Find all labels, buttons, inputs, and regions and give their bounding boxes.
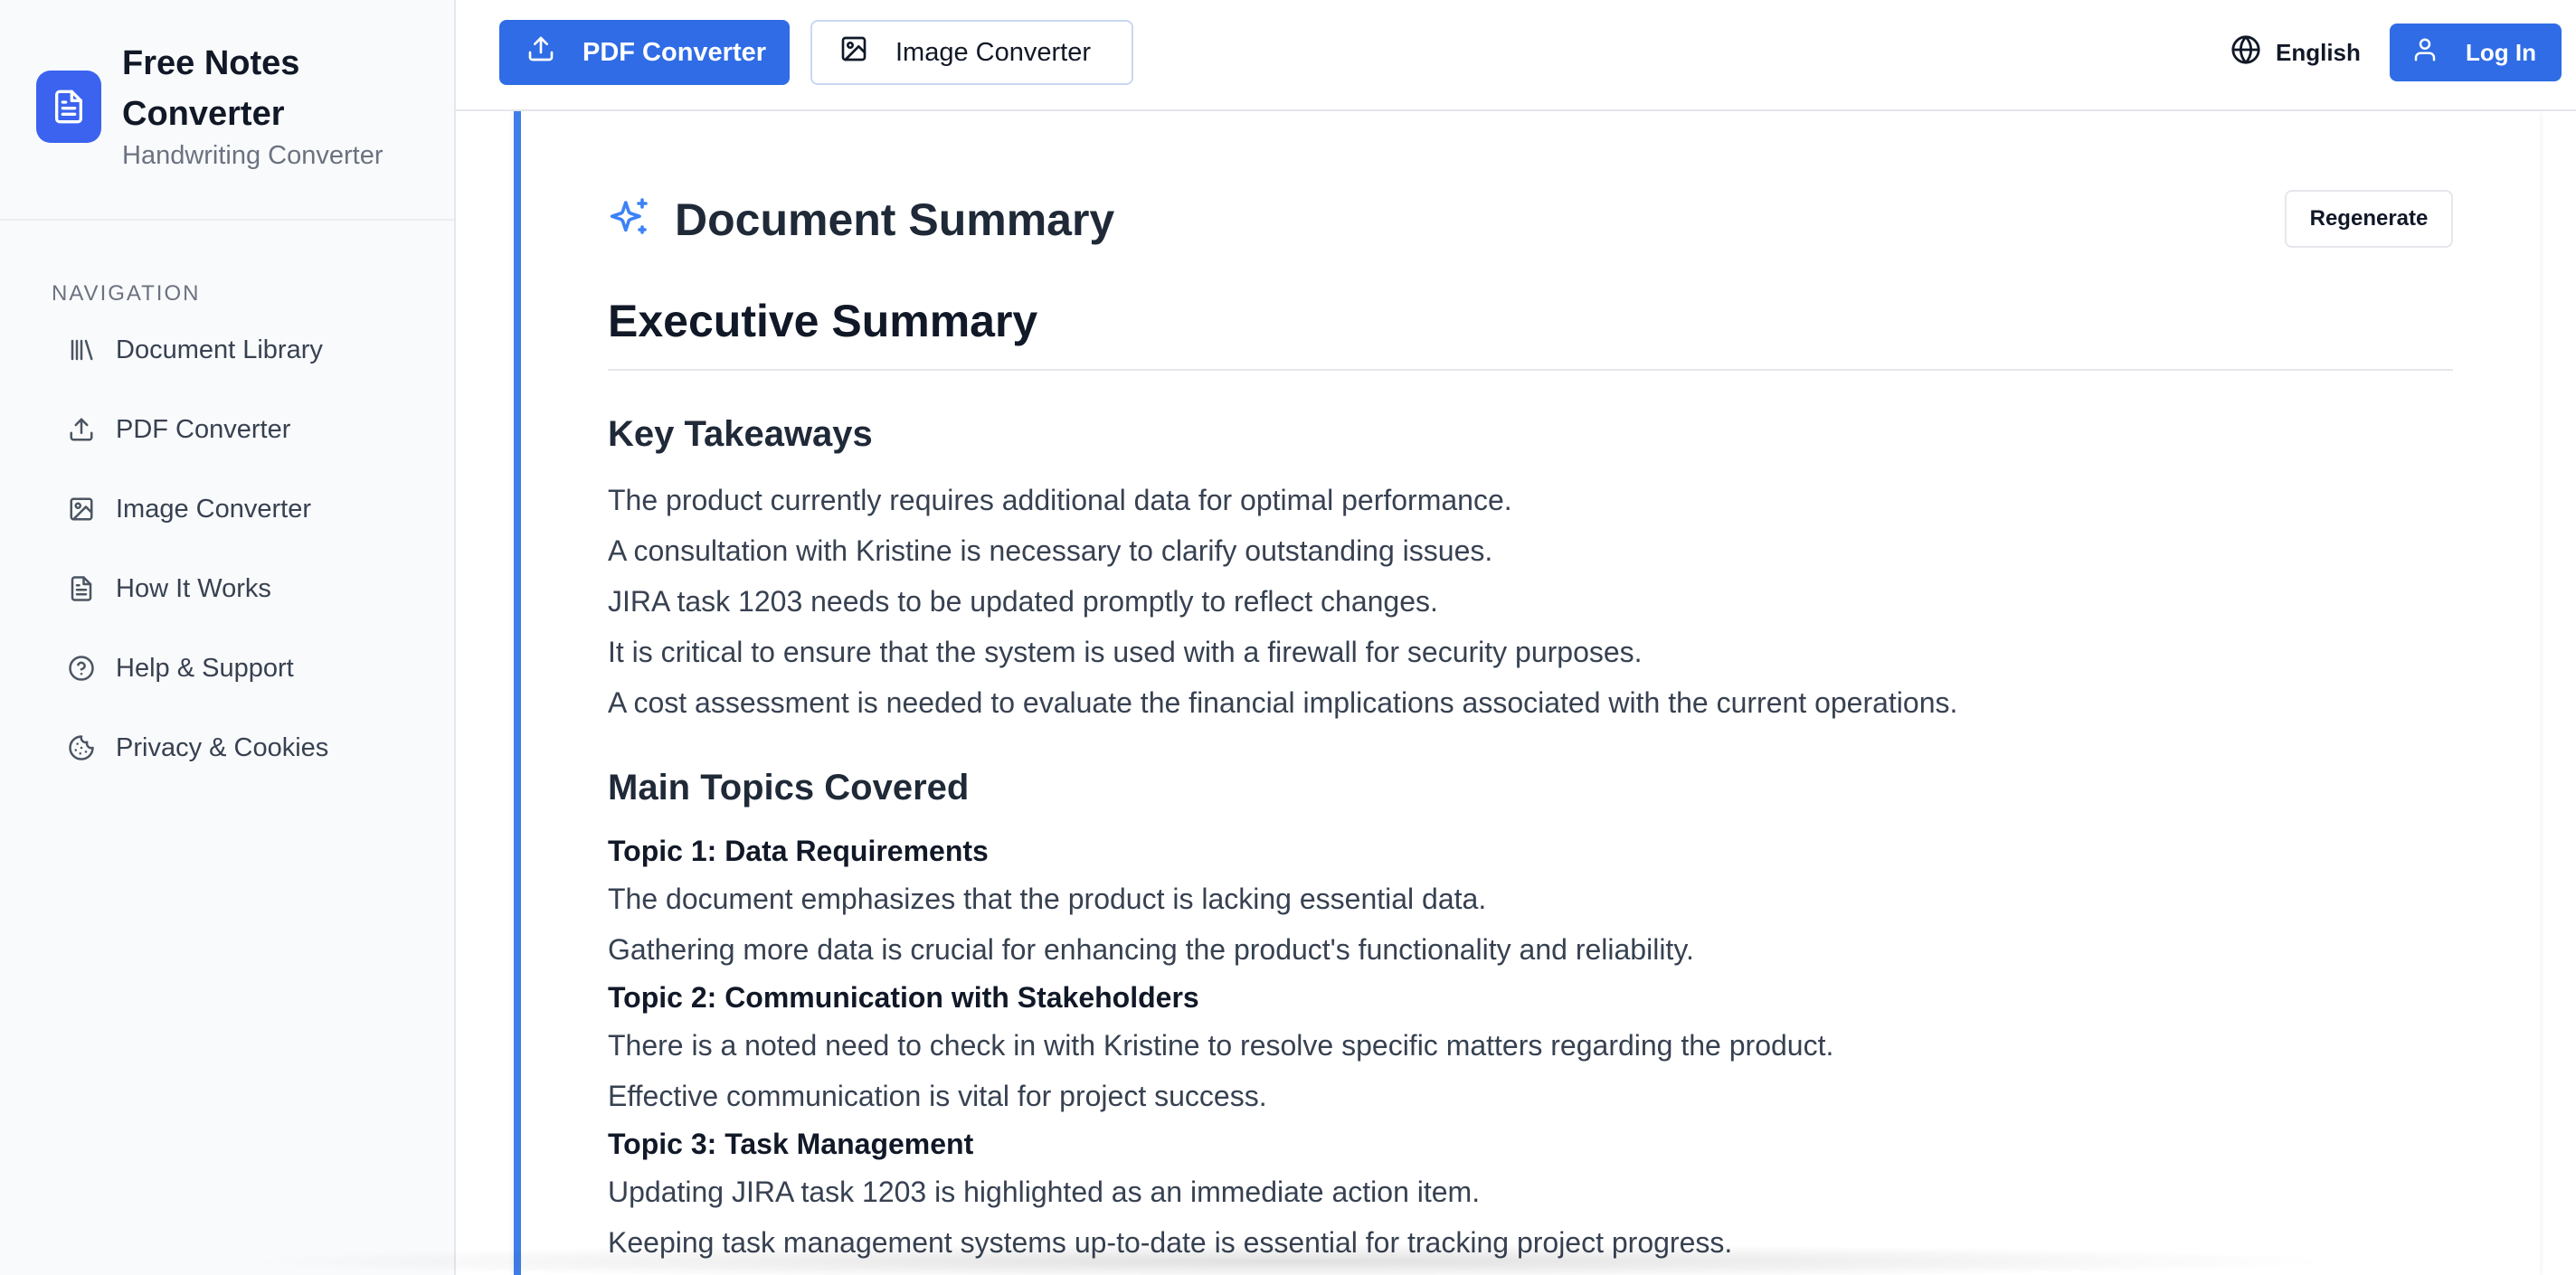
takeaway-item: The product currently requires additiona… <box>608 484 1512 516</box>
takeaways-list: The product currently requires additiona… <box>608 475 2453 728</box>
image-icon <box>65 493 98 525</box>
logo-document-icon[interactable] <box>36 71 101 143</box>
sidebar-item-label: Privacy & Cookies <box>116 732 329 762</box>
globe-icon <box>2230 34 2261 71</box>
nav-heading: NAVIGATION <box>52 281 201 306</box>
topic-line: Gathering more data is crucial for enhan… <box>608 933 1694 966</box>
cookie-icon <box>65 732 98 764</box>
pdf-converter-label: PDF Converter <box>582 37 767 67</box>
brand-title: Free Notes Converter <box>122 44 300 133</box>
summary-title: Document Summary <box>675 194 1115 245</box>
pdf-converter-button[interactable]: PDF Converter <box>499 20 790 85</box>
takeaway-item: A consultation with Kristine is necessar… <box>608 534 1493 567</box>
sidebar-item-label: Document Library <box>116 335 323 364</box>
topic-line: Effective communication is vital for pro… <box>608 1080 1267 1112</box>
language-label: English <box>2276 38 2361 66</box>
image-converter-label: Image Converter <box>895 37 1091 67</box>
document-icon <box>65 572 98 605</box>
sidebar-item-how-it-works[interactable]: How It Works <box>65 564 427 613</box>
topic-line: The document emphasizes that the product… <box>608 883 1487 915</box>
library-icon <box>65 334 98 366</box>
brand-subtitle: Handwriting Converter <box>122 141 384 170</box>
regenerate-button[interactable]: Regenerate <box>2285 190 2453 248</box>
takeaway-item: It is critical to ensure that the system… <box>608 636 1643 668</box>
sidebar-item-document-library[interactable]: Document Library <box>65 326 427 374</box>
image-converter-button[interactable]: Image Converter <box>810 20 1133 85</box>
topics-list: Topic 1: Data Requirements The document … <box>608 828 2453 1268</box>
top-bar: PDF Converter Image Converter English Lo… <box>456 0 2576 111</box>
help-circle-icon <box>65 652 98 685</box>
image-icon <box>839 34 868 71</box>
executive-summary-heading: Executive Summary <box>608 296 1038 346</box>
sidebar-item-image-converter[interactable]: Image Converter <box>65 485 427 534</box>
takeaway-item: JIRA task 1203 needs to be updated promp… <box>608 585 1438 618</box>
app-root: Free Notes Converter Handwriting Convert… <box>0 0 2576 1275</box>
topic-title: Topic 3: Task Management <box>608 1128 974 1160</box>
topic-title: Topic 1: Data Requirements <box>608 835 989 867</box>
takeaway-item: A cost assessment is needed to evaluate … <box>608 686 1958 719</box>
topic-line: Updating JIRA task 1203 is highlighted a… <box>608 1176 1481 1208</box>
sidebar-item-label: Image Converter <box>116 494 311 524</box>
sidebar-item-help-support[interactable]: Help & Support <box>65 644 427 693</box>
topic-title: Topic 2: Communication with Stakeholders <box>608 981 1199 1014</box>
scroll-shadow <box>226 1243 2352 1275</box>
sidebar-item-privacy-cookies[interactable]: Privacy & Cookies <box>65 723 427 772</box>
upload-icon <box>526 34 555 71</box>
summary-header: Document Summary <box>608 188 1114 251</box>
sidebar-item-pdf-converter[interactable]: PDF Converter <box>65 405 427 454</box>
sidebar: Free Notes Converter Handwriting Convert… <box>0 0 456 1275</box>
sidebar-item-label: Help & Support <box>116 653 294 683</box>
sidebar-item-label: How It Works <box>116 573 271 603</box>
language-selector[interactable]: English <box>2230 33 2361 72</box>
login-label: Log In <box>2466 38 2536 66</box>
sidebar-item-label: PDF Converter <box>116 414 291 444</box>
summary-content: Executive Summary Key Takeaways The prod… <box>608 289 2453 1268</box>
user-icon <box>2411 36 2439 70</box>
sparkles-icon <box>608 196 651 244</box>
topic-line: There is a noted need to check in with K… <box>608 1029 1834 1062</box>
key-takeaways-heading: Key Takeaways <box>608 414 873 454</box>
divider <box>608 369 2453 371</box>
main-topics-heading: Main Topics Covered <box>608 768 970 808</box>
login-button[interactable]: Log In <box>2390 24 2562 81</box>
upload-icon <box>65 413 98 446</box>
brand: Free Notes Converter Handwriting Convert… <box>0 0 454 221</box>
